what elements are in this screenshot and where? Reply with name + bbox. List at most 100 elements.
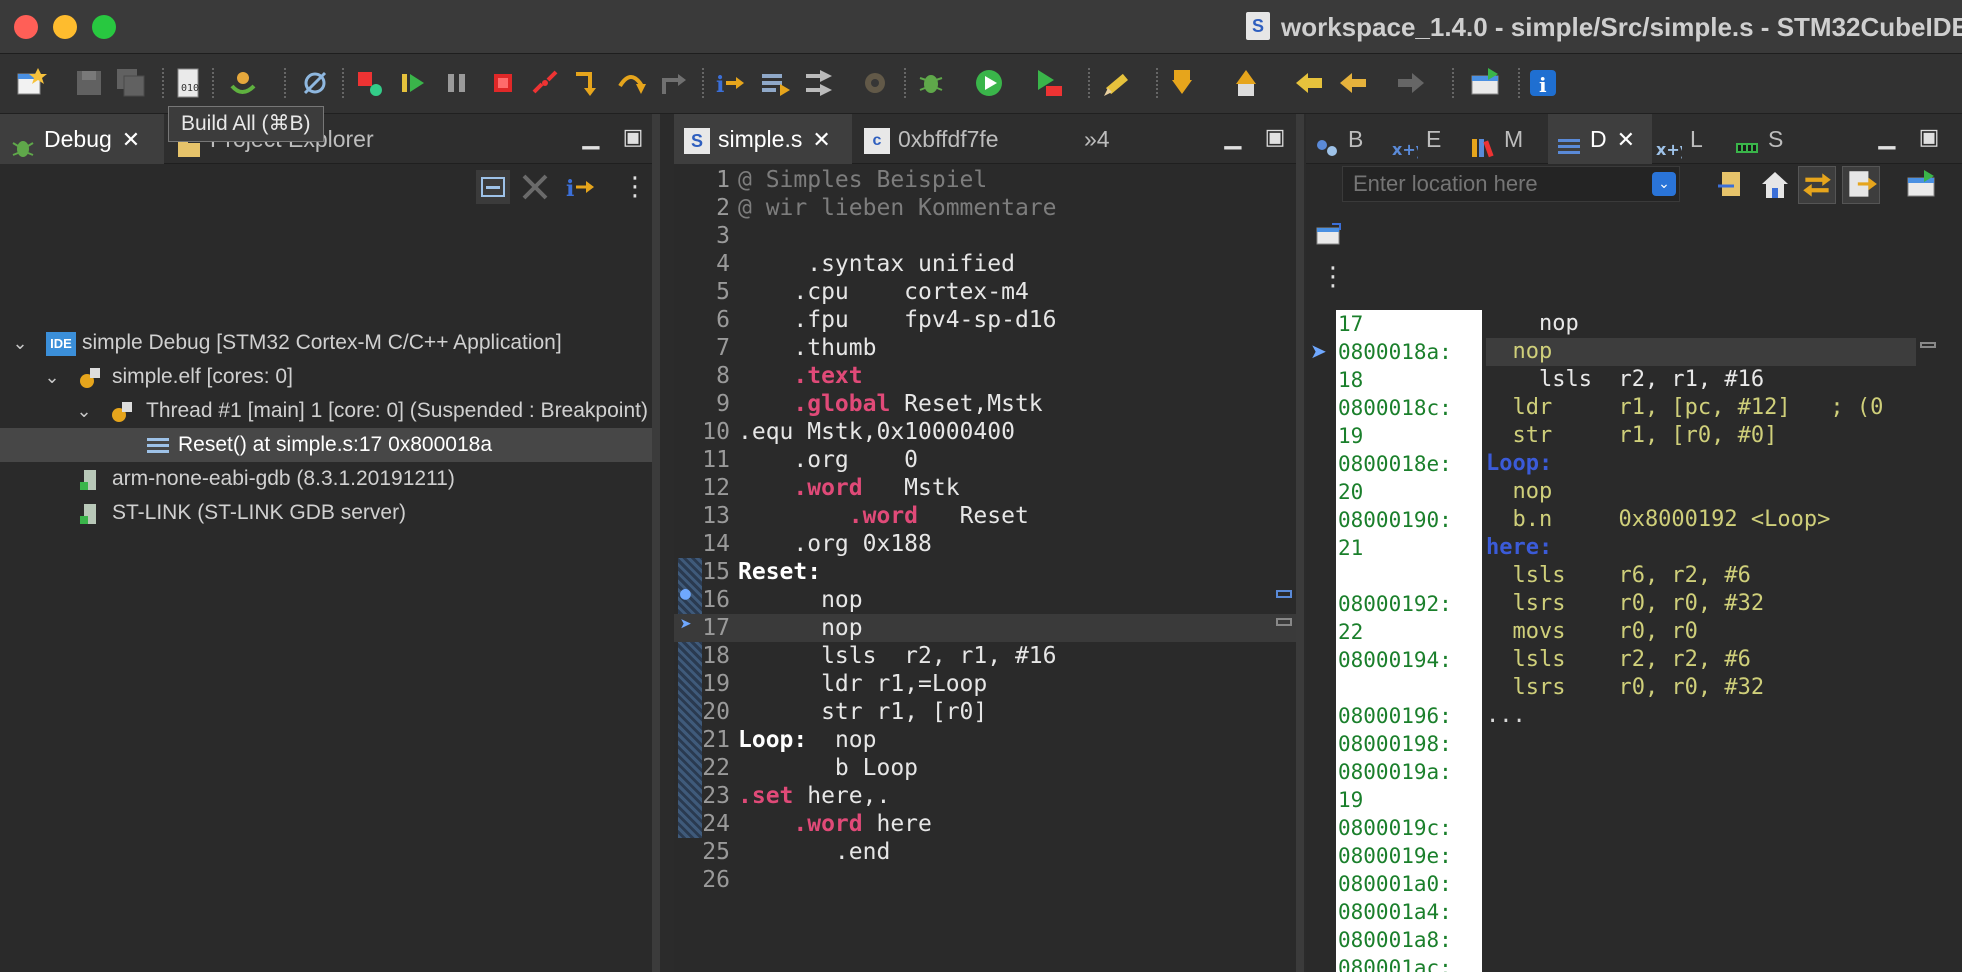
open-new-view-icon[interactable] [1904, 168, 1938, 202]
current-line-marker[interactable] [1276, 618, 1292, 626]
code-line[interactable]: 11 .org 0 [674, 446, 1296, 474]
instruction-stepping-icon[interactable]: i [712, 66, 746, 100]
edit-icon[interactable] [1100, 66, 1134, 100]
code-line[interactable]: 12 .word Mstk [674, 474, 1296, 502]
save-icon[interactable] [72, 66, 106, 100]
overview-ruler[interactable] [1272, 166, 1296, 972]
code-line[interactable]: 21 Loop: nop [674, 726, 1296, 754]
restart-icon[interactable] [758, 66, 792, 100]
tab-simple-s[interactable]: Ssimple.s ✕ [674, 114, 852, 164]
code-line[interactable]: 20 str r1, [r0] [674, 698, 1296, 726]
suspend-icon[interactable] [440, 66, 474, 100]
disasm-line[interactable]: nop [1486, 310, 1579, 338]
view-menu-icon[interactable]: ⋮ [622, 172, 648, 202]
back-icon[interactable] [1336, 66, 1370, 100]
disasm-line[interactable]: nop [1486, 338, 1552, 366]
terminate-icon[interactable] [486, 66, 520, 100]
minimize-view-button[interactable]: ▁ [1220, 124, 1246, 150]
open-perspective-icon[interactable] [1468, 66, 1502, 100]
code-line[interactable]: 2 @ wir lieben Kommentare [674, 194, 1296, 222]
step-return-icon[interactable] [656, 66, 690, 100]
remove-terminated-icon[interactable] [518, 170, 552, 204]
tree-item-process[interactable]: ⌄ simple.elf [cores: 0] [0, 360, 652, 394]
zoom-window-button[interactable] [92, 15, 116, 39]
breakpoint-marker[interactable] [1276, 590, 1292, 598]
code-line[interactable]: 25 .end [674, 838, 1296, 866]
instruction-stepping-mode-icon[interactable]: i [564, 170, 598, 204]
build-all-icon[interactable]: 010 [172, 66, 206, 100]
close-tab-button[interactable]: ✕ [812, 115, 830, 165]
chevron-down-icon[interactable]: ⌄ [74, 394, 94, 428]
minimize-window-button[interactable] [53, 15, 77, 39]
maximize-view-button[interactable]: ▣ [620, 124, 646, 150]
tab-expressions[interactable]: x+y E [1392, 114, 1462, 164]
code-line[interactable]: 26 [674, 866, 1296, 894]
code-line[interactable]: 10 .equ Mstk,0x10000400 [674, 418, 1296, 446]
prev-annotation-icon[interactable] [1230, 66, 1264, 100]
code-line[interactable]: 8 .text [674, 362, 1296, 390]
next-annotation-icon[interactable] [1166, 66, 1200, 100]
minimize-view-button[interactable]: ▁ [1874, 124, 1900, 150]
close-tab-button[interactable]: ✕ [122, 115, 140, 165]
code-editor[interactable]: 1 @ Simples Beispiel 2 @ wir lieben Komment… [674, 166, 1296, 972]
refresh-icon[interactable] [1842, 166, 1880, 204]
minimize-view-button[interactable]: ▁ [578, 124, 604, 150]
back-annotation-icon[interactable] [1292, 66, 1326, 100]
debug-configurations-icon[interactable] [226, 66, 260, 100]
link-with-editor-icon[interactable] [1798, 166, 1836, 204]
code-line[interactable]: 24 .word here [674, 810, 1296, 838]
disasm-line[interactable]: lsls r6, r2, #6 [1486, 562, 1750, 590]
disasm-line[interactable]: ... [1486, 702, 1526, 730]
breakpoint-marker-icon[interactable]: ● [680, 584, 700, 604]
disasm-line[interactable]: lsls r2, r1, #16 [1486, 366, 1764, 394]
collapse-all-icon[interactable] [476, 170, 510, 204]
close-tab-button[interactable]: ✕ [1617, 115, 1635, 165]
tab-address[interactable]: c 0xbffdf7fe [864, 114, 1054, 164]
code-line[interactable]: 19 ldr r1,=Loop [674, 670, 1296, 698]
code-line[interactable]: 22 b Loop [674, 754, 1296, 782]
save-all-icon[interactable] [114, 66, 148, 100]
disconnect-icon[interactable] [528, 66, 562, 100]
tab-sfrs[interactable]: S [1734, 114, 1804, 164]
new-icon[interactable] [14, 66, 48, 100]
chevron-down-icon[interactable]: ⌄ [10, 326, 30, 360]
tree-item-stack-frame[interactable]: Reset() at simple.s:17 0x800018a [0, 428, 652, 462]
disasm-line[interactable]: lsrs r0, r0, #32 [1486, 590, 1764, 618]
disasm-line[interactable]: b.n 0x8000192 <Loop> [1486, 506, 1830, 534]
code-line[interactable]: 3 [674, 222, 1296, 250]
close-window-button[interactable] [14, 15, 38, 39]
more-tabs-button[interactable]: »4 [1084, 114, 1134, 164]
pin-view-icon[interactable] [1314, 220, 1344, 250]
disasm-line[interactable]: movs r0, r0 [1486, 618, 1697, 646]
go-to-address-icon[interactable] [1714, 168, 1748, 202]
tree-item-launch[interactable]: ⌄ IDE simple Debug [STM32 Cortex-M C/C++… [0, 326, 652, 360]
info-icon[interactable]: i [1526, 66, 1560, 100]
disasm-line[interactable]: str r1, [r0, #0] [1486, 422, 1777, 450]
code-line[interactable]: 23 .set here,. [674, 782, 1296, 810]
resume-icon[interactable] [396, 66, 430, 100]
code-line[interactable]: 9 .global Reset,Mstk [674, 390, 1296, 418]
code-line[interactable]: 14 .org 0x188 [674, 530, 1296, 558]
tab-live-expressions[interactable]: x+y L [1656, 114, 1726, 164]
disasm-line[interactable]: lsls r2, r2, #6 [1486, 646, 1750, 674]
tree-item-thread[interactable]: ⌄ Thread #1 [main] 1 [core: 0] (Suspende… [0, 394, 652, 428]
code-line[interactable]: 17 nop [674, 614, 1296, 642]
location-input[interactable] [1342, 166, 1680, 202]
external-tools-icon[interactable] [1032, 66, 1066, 100]
code-line[interactable]: 7 .thumb [674, 334, 1296, 362]
connect-icon[interactable] [352, 66, 386, 100]
run-icon[interactable] [972, 66, 1006, 100]
code-line[interactable]: 4 .syntax unified [674, 250, 1296, 278]
disasm-label[interactable]: here: [1486, 534, 1552, 562]
maximize-view-button[interactable]: ▣ [1916, 124, 1942, 150]
tab-modules[interactable]: M [1470, 114, 1544, 164]
debug-icon[interactable] [914, 66, 948, 100]
reset-icon[interactable] [802, 66, 836, 100]
build-icon[interactable] [858, 66, 892, 100]
view-menu-icon[interactable]: ⋮ [1320, 262, 1346, 292]
chevron-down-icon[interactable]: ⌄ [42, 360, 62, 394]
disasm-line[interactable]: ldr r1, [pc, #12] ; (0 [1486, 394, 1883, 422]
code-line[interactable]: 5 .cpu cortex-m4 [674, 278, 1296, 306]
disasm-line[interactable]: lsrs r0, r0, #32 [1486, 674, 1764, 702]
tab-debug[interactable]: Debug ✕ [0, 114, 164, 164]
